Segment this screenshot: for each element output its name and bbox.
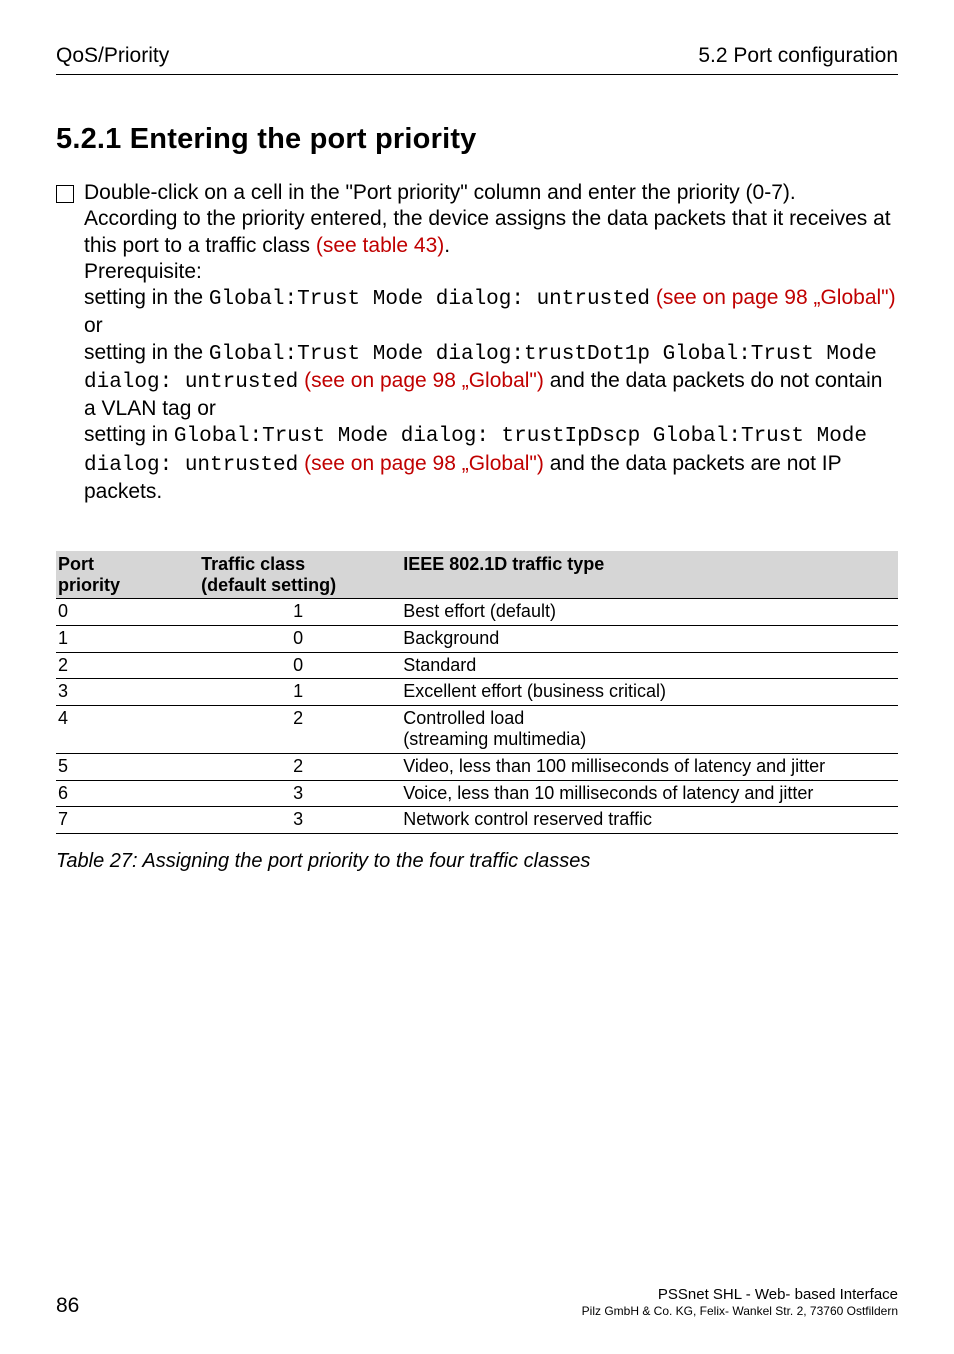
footer-product: PSSnet SHL - Web- based Interface <box>582 1286 898 1304</box>
table-caption: Table 27: Assigning the port priority to… <box>56 850 898 873</box>
link-see-table-43[interactable]: (see table 43) <box>316 234 444 257</box>
th-port-priority-l2: priority <box>58 575 120 595</box>
th-traffic-class-l2: (default setting) <box>201 575 336 595</box>
table-row: 0 1 Best effort (default) <box>56 599 898 626</box>
para-1b: According to the priority entered, the d… <box>84 207 891 256</box>
header-left: QoS/Priority <box>56 44 169 68</box>
cell-traffic-class: 0 <box>199 625 401 652</box>
page-footer: 86 PSSnet SHL - Web- based Interface Pil… <box>56 1286 898 1318</box>
cell-traffic-class: 1 <box>199 679 401 706</box>
table-row: 4 2 Controlled load (streaming multimedi… <box>56 705 898 753</box>
table-row: 2 0 Standard <box>56 652 898 679</box>
para-1b-end: . <box>444 234 450 257</box>
instruction-text: Double-click on a cell in the "Port prio… <box>84 180 898 505</box>
para-1a: Double-click on a cell in the "Port prio… <box>84 181 796 204</box>
cell-priority: 0 <box>56 599 199 626</box>
cell-priority: 7 <box>56 807 199 834</box>
header-right: 5.2 Port configuration <box>698 44 898 68</box>
table-row: 7 3 Network control reserved traffic <box>56 807 898 834</box>
th-port-priority-l1: Port <box>58 554 94 574</box>
cell-traffic-class: 3 <box>199 780 401 807</box>
th-traffic-type: IEEE 802.1D traffic type <box>401 551 898 599</box>
page: QoS/Priority 5.2 Port configuration 5.2.… <box>0 0 954 1354</box>
header-rule <box>56 74 898 75</box>
page-header: QoS/Priority 5.2 Port configuration <box>56 44 898 68</box>
cell-traffic-class: 2 <box>199 705 401 753</box>
cell-traffic-class: 3 <box>199 807 401 834</box>
cell-traffic-type: Best effort (default) <box>401 599 898 626</box>
cell-traffic-class: 1 <box>199 599 401 626</box>
table-row: 5 2 Video, less than 100 milliseconds of… <box>56 753 898 780</box>
cell-traffic-type: Network control reserved traffic <box>401 807 898 834</box>
cell-traffic-type: Background <box>401 625 898 652</box>
link-global-2[interactable]: (see on page 98 „Global") <box>304 369 544 392</box>
footer-info: PSSnet SHL - Web- based Interface Pilz G… <box>582 1286 898 1318</box>
page-number: 86 <box>56 1294 79 1318</box>
table-header-row: Port priority Traffic class (default set… <box>56 551 898 599</box>
cell-traffic-type: Controlled load (streaming multimedia) <box>401 705 898 753</box>
th-traffic-class: Traffic class (default setting) <box>199 551 401 599</box>
table-row: 6 3 Voice, less than 10 milliseconds of … <box>56 780 898 807</box>
table-row: 3 1 Excellent effort (business critical) <box>56 679 898 706</box>
priority-table: Port priority Traffic class (default set… <box>56 551 898 834</box>
setting-1-mono: Global:Trust Mode dialog: untrusted <box>209 288 650 311</box>
link-global-3[interactable]: (see on page 98 „Global") <box>304 452 544 475</box>
table-row: 1 0 Background <box>56 625 898 652</box>
cell-traffic-type: Voice, less than 10 milliseconds of late… <box>401 780 898 807</box>
setting-2-lead: setting in the <box>84 341 209 364</box>
setting-1-tail: or <box>84 314 103 337</box>
cell-traffic-class: 2 <box>199 753 401 780</box>
th-traffic-class-l1: Traffic class <box>201 554 305 574</box>
th-port-priority: Port priority <box>56 551 199 599</box>
cell-priority: 3 <box>56 679 199 706</box>
setting-3-lead: setting in <box>84 423 174 446</box>
cell-priority: 1 <box>56 625 199 652</box>
section-heading: 5.2.1 Entering the port priority <box>56 123 898 156</box>
cell-traffic-class: 0 <box>199 652 401 679</box>
instruction-block: Double-click on a cell in the "Port prio… <box>56 180 898 505</box>
cell-traffic-type: Excellent effort (business critical) <box>401 679 898 706</box>
cell-traffic-type: Video, less than 100 milliseconds of lat… <box>401 753 898 780</box>
link-global-1[interactable]: (see on page 98 „Global") <box>656 286 896 309</box>
setting-1-lead: setting in the <box>84 286 209 309</box>
cell-priority: 2 <box>56 652 199 679</box>
cell-priority: 4 <box>56 705 199 753</box>
cell-traffic-type: Standard <box>401 652 898 679</box>
footer-company: Pilz GmbH & Co. KG, Felix- Wankel Str. 2… <box>582 1304 898 1318</box>
prerequisite-label: Prerequisite: <box>84 260 202 283</box>
checkbox-icon <box>56 185 74 203</box>
cell-priority: 5 <box>56 753 199 780</box>
cell-priority: 6 <box>56 780 199 807</box>
